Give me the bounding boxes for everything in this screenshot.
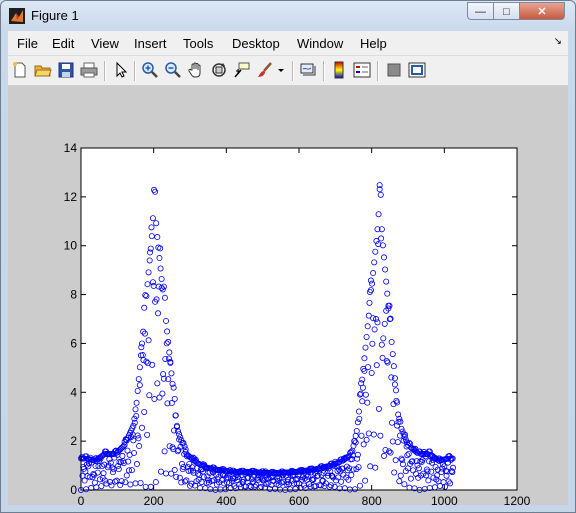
open-file-icon[interactable] (34, 61, 52, 79)
dock-arrow-icon[interactable]: ↘ (554, 36, 562, 47)
x-tick-label: 200 (144, 494, 164, 505)
x-tick-label: 1200 (504, 494, 531, 505)
toolbar-separator (134, 61, 136, 81)
x-tick-label: 1000 (431, 494, 458, 505)
title-bar[interactable]: Figure 1 — □ ✕ (1, 1, 575, 31)
menu-insert[interactable]: Insert (134, 36, 167, 51)
toolbar-separator (377, 61, 379, 81)
x-tick-label: 400 (216, 494, 236, 505)
toolbar-separator (104, 61, 106, 81)
menu-tools[interactable]: Tools (183, 36, 213, 51)
axes-background (81, 148, 517, 490)
y-tick-label: 4 (70, 385, 77, 399)
link-plot-icon[interactable] (299, 61, 317, 79)
insert-legend-icon[interactable] (353, 61, 371, 79)
menu-bar: File Edit View Insert Tools Desktop Wind… (8, 31, 568, 56)
maximize-button[interactable]: □ (493, 2, 520, 20)
y-tick-label: 6 (70, 336, 77, 350)
minimize-button[interactable]: — (467, 2, 494, 20)
edit-plot-arrow-icon[interactable] (112, 61, 130, 79)
y-tick-label: 14 (64, 141, 78, 155)
window-title: Figure 1 (31, 8, 79, 23)
rotate-3d-icon[interactable] (210, 61, 228, 79)
toolbar-separator (292, 61, 294, 81)
zoom-in-icon[interactable] (141, 61, 159, 79)
data-cursor-icon[interactable] (233, 61, 251, 79)
print-icon[interactable] (80, 61, 98, 79)
figure-client: File Edit View Insert Tools Desktop Wind… (8, 31, 568, 505)
figure-window: Figure 1 — □ ✕ File Edit View Insert Too… (0, 0, 576, 513)
hide-plot-tools-icon[interactable] (385, 61, 403, 79)
scatter-plot[interactable]: 0 200 400 600 800 1000 1200 0 2 4 6 8 10 12 14 (8, 86, 568, 505)
figure-toolbar (8, 56, 568, 86)
menu-file[interactable]: File (17, 36, 38, 51)
x-tick-label: 0 (78, 494, 85, 505)
y-tick-label: 10 (64, 239, 78, 253)
y-tick-label: 12 (64, 190, 78, 204)
menu-help[interactable]: Help (360, 36, 387, 51)
menu-view[interactable]: View (91, 36, 119, 51)
y-tick-label: 0 (70, 483, 77, 497)
pan-hand-icon[interactable] (187, 61, 205, 79)
brush-icon[interactable] (256, 61, 274, 79)
new-figure-icon[interactable] (11, 61, 29, 79)
menu-desktop[interactable]: Desktop (232, 36, 280, 51)
y-tick-label: 2 (70, 434, 77, 448)
x-tick-label: 800 (362, 494, 382, 505)
zoom-out-icon[interactable] (164, 61, 182, 79)
menu-edit[interactable]: Edit (52, 36, 74, 51)
insert-colorbar-icon[interactable] (330, 61, 348, 79)
show-plot-tools-icon[interactable] (408, 61, 426, 79)
save-icon[interactable] (57, 61, 75, 79)
brush-dropdown-icon[interactable] (276, 61, 286, 79)
close-button[interactable]: ✕ (519, 2, 565, 20)
menu-window[interactable]: Window (297, 36, 343, 51)
x-tick-label: 600 (289, 494, 309, 505)
y-tick-label: 8 (70, 288, 77, 302)
figure-canvas[interactable]: 0 200 400 600 800 1000 1200 0 2 4 6 8 10 12 14 (8, 86, 568, 505)
matlab-logo-icon (9, 8, 25, 24)
toolbar-separator (323, 61, 325, 81)
